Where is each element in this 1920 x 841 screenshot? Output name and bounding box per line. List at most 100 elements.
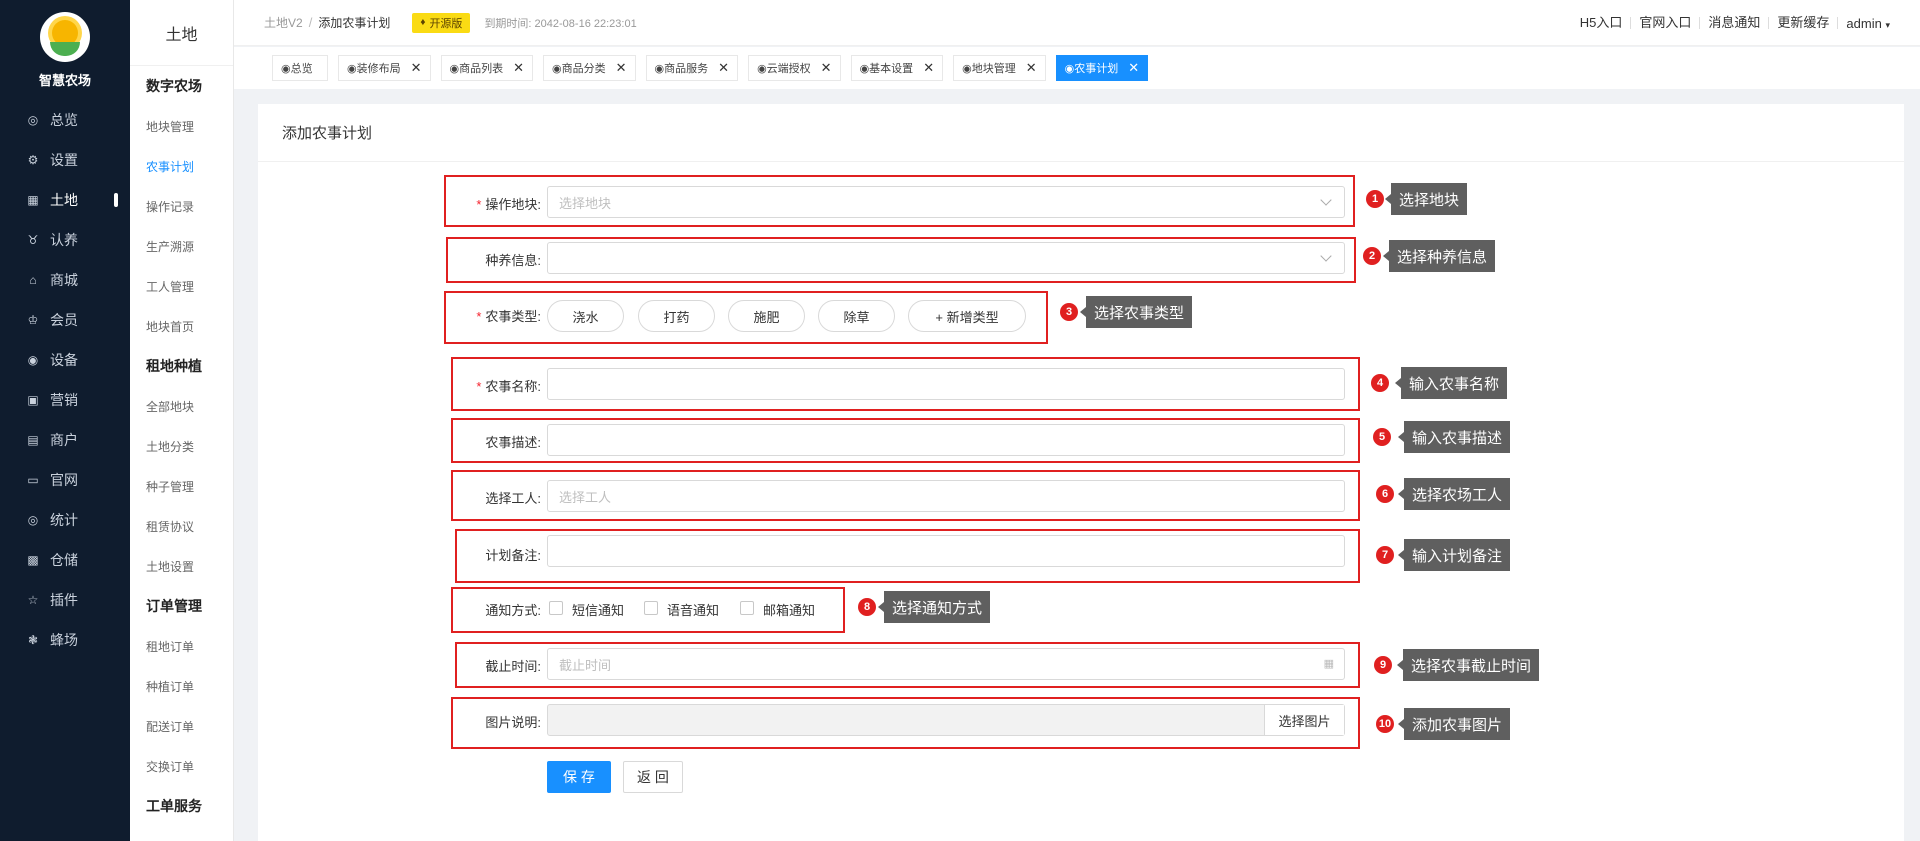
notification-link[interactable]: 消息通知 xyxy=(1700,16,1770,29)
stats-icon: ◎ xyxy=(27,513,39,527)
submenu-item[interactable]: 农事计划 xyxy=(130,146,233,186)
page-tab-label: ◉商品列表 xyxy=(449,63,504,75)
page-title: 添加农事计划 xyxy=(258,104,1904,162)
nav-item-plugin[interactable]: ☆ 插件 xyxy=(0,580,130,620)
page-tab[interactable]: ◉总览 xyxy=(272,55,328,81)
user-menu[interactable]: admin ▾ xyxy=(1838,16,1890,31)
nav-item-label: 统计 xyxy=(50,512,78,528)
page-tab[interactable]: ◉云端授权 ✕ xyxy=(748,55,841,81)
submenu-item[interactable]: 生产溯源 xyxy=(130,226,233,266)
nav-item-label: 设置 xyxy=(50,152,78,168)
page-tab[interactable]: ◉商品分类 ✕ xyxy=(543,55,636,81)
nav-item-device[interactable]: ◉ 设备 xyxy=(0,340,130,380)
submenu-item[interactable]: 土地设置 xyxy=(130,546,233,586)
annotation-number: 10 xyxy=(1376,715,1394,733)
submenu-item[interactable]: 土地分类 xyxy=(130,426,233,466)
submenu-item[interactable]: 租赁协议 xyxy=(130,506,233,546)
nav-item-land[interactable]: ▦ 土地 xyxy=(0,180,130,220)
breadcrumb-current: 添加农事计划 xyxy=(318,16,391,30)
nav-item-bee[interactable]: ❃ 蜂场 xyxy=(0,620,130,660)
nav-item-merchant[interactable]: ▤ 商户 xyxy=(0,420,130,460)
close-icon[interactable]: ✕ xyxy=(718,60,729,76)
breadcrumb-root[interactable]: 土地V2 xyxy=(264,14,303,31)
submenu-title: 土地 xyxy=(130,0,233,66)
expire-time: 到期时间: 2042-08-16 22:23:01 xyxy=(484,17,637,30)
bee-icon: ❃ xyxy=(27,633,39,647)
highlight-box-9 xyxy=(455,642,1360,688)
caret-down-icon: ▾ xyxy=(1885,19,1890,30)
nav-item-marketing[interactable]: ▣ 营销 xyxy=(0,380,130,420)
page-tab[interactable]: ◉商品服务 ✕ xyxy=(645,55,739,81)
close-icon[interactable]: ✕ xyxy=(1026,60,1037,76)
submenu-item[interactable]: 交换订单 xyxy=(130,746,233,786)
breadcrumb-separator: / xyxy=(308,15,313,30)
annotation-tip: 选择农事截止时间 xyxy=(1396,649,1540,681)
page-tab-label: ◉商品分类 xyxy=(552,63,606,75)
nav-item-stats[interactable]: ◎ 统计 xyxy=(0,500,130,540)
close-icon[interactable]: ✕ xyxy=(411,60,422,76)
page-tabs: ◉总览 ◉装修布局 ✕ ◉商品列表 ✕ ◉商品分类 ✕ ◉商品服务 ✕ ◉云端授权 ✕ ◉基本设置 ✕ ◉… xyxy=(234,47,1920,89)
highlight-box-8 xyxy=(451,587,845,633)
submenu-item[interactable]: 配送订单 xyxy=(130,706,233,746)
nav-item-dashboard[interactable]: ◎ 总览 xyxy=(0,100,130,140)
close-icon[interactable]: ✕ xyxy=(616,60,627,76)
highlight-box-1 xyxy=(444,175,1355,227)
close-icon[interactable]: ✕ xyxy=(513,60,524,76)
annotation-number: 2 xyxy=(1363,247,1381,265)
submenu-item[interactable]: 地块首页 xyxy=(130,306,233,346)
nav-item-gear[interactable]: ⚙ 设置 xyxy=(0,140,130,180)
back-button[interactable]: 返 回 xyxy=(623,761,683,793)
member-icon: ♔ xyxy=(27,313,39,327)
header-links: H5入口 官网入口 消息通知 更新缓存 admin ▾ xyxy=(1572,0,1890,46)
nav-item-website[interactable]: ▭ 官网 xyxy=(0,460,130,500)
close-icon[interactable]: ✕ xyxy=(821,60,832,76)
nav-item-adopt[interactable]: ♉ 认养 xyxy=(0,220,130,260)
h5-entry-link[interactable]: H5入口 xyxy=(1572,16,1632,29)
submenu-item[interactable]: 租地订单 xyxy=(130,626,233,666)
annotation-tip: 选择地块 xyxy=(1384,183,1468,215)
brand-logo[interactable]: 智慧农场 xyxy=(0,0,130,100)
annotation-tip: 输入农事名称 xyxy=(1394,367,1508,399)
highlight-box-4 xyxy=(451,357,1360,411)
submenu-item[interactable]: 地块管理 xyxy=(130,106,233,146)
page-tab[interactable]: ◉商品列表 ✕ xyxy=(440,55,534,81)
save-button[interactable]: 保 存 xyxy=(547,761,611,793)
annotation-number: 8 xyxy=(858,598,876,616)
annotation-number: 4 xyxy=(1371,374,1389,392)
highlight-box-5 xyxy=(451,418,1360,463)
page-tab[interactable]: ◉地块管理 ✕ xyxy=(953,55,1046,81)
adopt-icon: ♉ xyxy=(27,233,39,247)
page-tab-label: ◉基本设置 xyxy=(859,63,914,75)
nav-item-member[interactable]: ♔ 会员 xyxy=(0,300,130,340)
annotation-number: 6 xyxy=(1376,485,1394,503)
highlight-box-10 xyxy=(451,697,1360,749)
submenu-group-title: 工单服务 xyxy=(146,798,202,814)
website-entry-link[interactable]: 官网入口 xyxy=(1631,16,1701,29)
device-icon: ◉ xyxy=(27,353,39,367)
land-icon: ▦ xyxy=(27,193,39,207)
brand-name: 智慧农场 xyxy=(38,72,91,88)
submenu-item[interactable]: 全部地块 xyxy=(130,386,233,426)
nav-item-label: 认养 xyxy=(50,232,78,248)
submenu-item[interactable]: 工人管理 xyxy=(130,266,233,306)
page-tab[interactable]: ◉装修布局 ✕ xyxy=(338,55,431,81)
submenu-item[interactable]: 种植订单 xyxy=(130,666,233,706)
annotation-number: 9 xyxy=(1374,656,1392,674)
close-icon[interactable]: ✕ xyxy=(923,60,934,76)
submenu-item[interactable]: 操作记录 xyxy=(130,186,233,226)
clear-cache-link[interactable]: 更新缓存 xyxy=(1769,16,1839,29)
annotation-tip: 选择种养信息 xyxy=(1382,240,1496,272)
nav-item-warehouse[interactable]: ▩ 仓储 xyxy=(0,540,130,580)
annotation-number: 1 xyxy=(1366,190,1384,208)
submenu-group-title: 数字农场 xyxy=(146,78,202,94)
close-icon[interactable]: ✕ xyxy=(1128,60,1139,76)
highlight-box-6 xyxy=(451,470,1360,521)
nav-item-label: 总览 xyxy=(50,112,78,128)
page-tab[interactable]: ◉基本设置 ✕ xyxy=(850,55,944,81)
page-tab[interactable]: ◉农事计划 ✕ xyxy=(1055,55,1149,81)
page-tab-label: ◉总览 xyxy=(281,63,313,75)
nav-item-label: 设备 xyxy=(50,352,78,368)
submenu-item[interactable]: 种子管理 xyxy=(130,466,233,506)
diamond-icon: ♦ xyxy=(420,17,426,28)
nav-item-shop[interactable]: ⌂ 商城 xyxy=(0,260,130,300)
